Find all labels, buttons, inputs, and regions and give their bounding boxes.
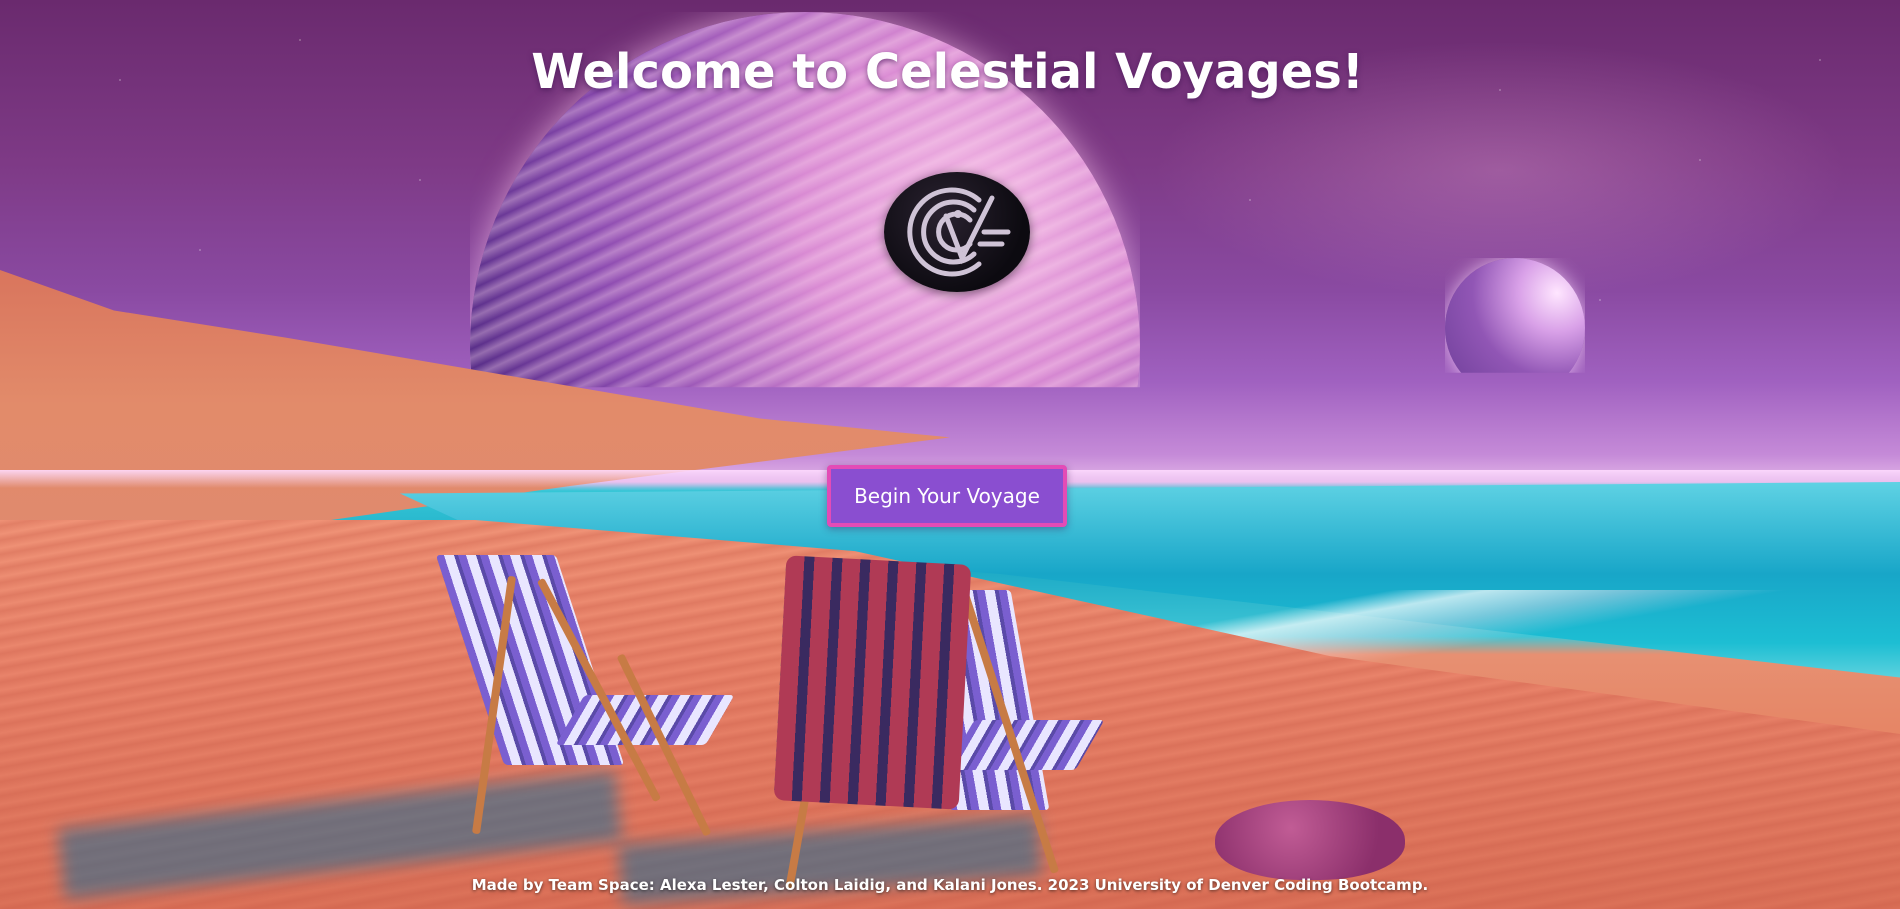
- begin-voyage-button[interactable]: Begin Your Voyage: [827, 465, 1067, 527]
- beach-chair-right: [773, 555, 1105, 890]
- beach-chair-left: [435, 555, 760, 845]
- towel-image: [773, 555, 972, 810]
- towel-heap-image: [1215, 800, 1405, 880]
- background-scene: [0, 0, 1900, 909]
- page-title-text: Welcome to Celestial Voyages!: [531, 44, 1364, 100]
- footer-credits: Made by Team Space: Alexa Lester, Colton…: [471, 876, 1429, 894]
- page-title: Welcome to Celestial Voyages!: [0, 44, 1900, 100]
- cv-logo-icon: [884, 172, 1030, 292]
- cv-logo-icon-graphic: [907, 187, 1011, 277]
